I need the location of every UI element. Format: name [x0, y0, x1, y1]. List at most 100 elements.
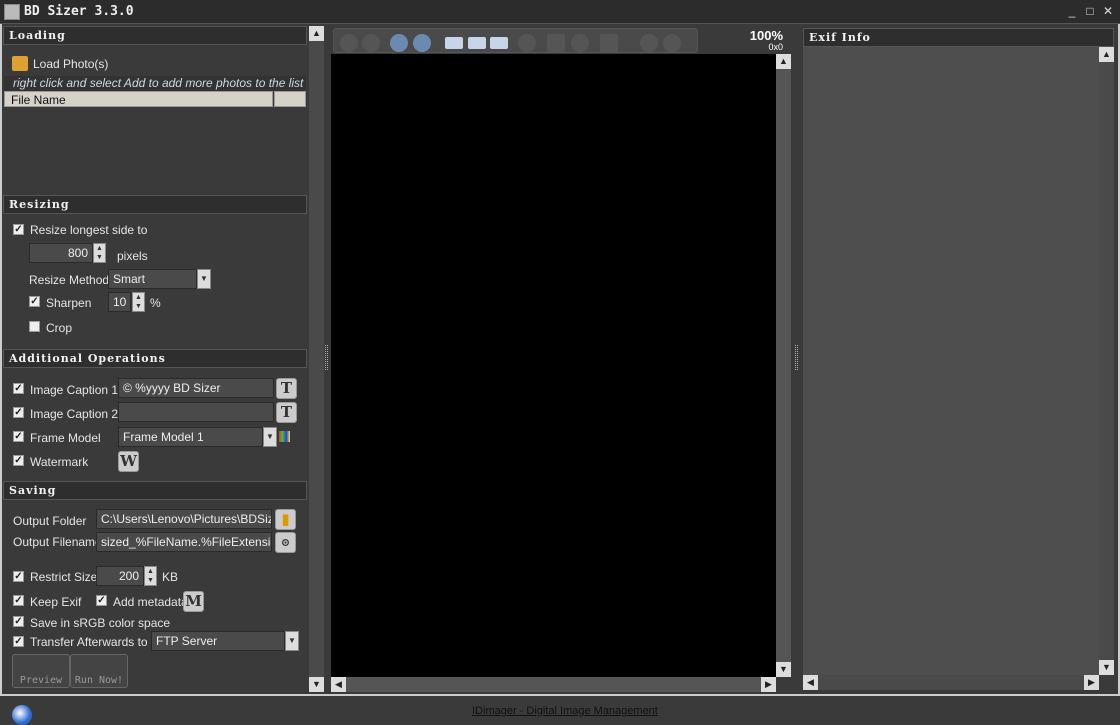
title-bar: BD Sizer 3.3.0 _ □ ✕: [0, 0, 1120, 24]
scroll-down-icon[interactable]: ▼: [309, 677, 324, 692]
caption1-checkbox[interactable]: ✓: [13, 383, 24, 394]
file-list[interactable]: File Name: [4, 91, 306, 191]
add-metadata-checkbox[interactable]: ✓: [96, 595, 107, 606]
caption1-input[interactable]: © %yyyy BD Sizer: [118, 378, 274, 398]
left-splitter[interactable]: [325, 345, 328, 370]
transfer-label: Transfer Afterwards to: [30, 635, 148, 649]
load-photos-button[interactable]: Load Photo(s): [33, 57, 108, 71]
fit-window-icon[interactable]: [445, 37, 463, 49]
canvas-vscrollbar[interactable]: ▲ ▼: [776, 54, 791, 677]
filename-label: Output Filename: [13, 535, 102, 549]
sharpen-checkbox[interactable]: ✓: [29, 296, 40, 307]
right-splitter[interactable]: [795, 345, 798, 370]
srgb-label: Save in sRGB color space: [30, 616, 171, 630]
zoom-out-icon[interactable]: [413, 34, 431, 52]
chevron-down-icon[interactable]: ▼: [285, 631, 299, 651]
previous-icon[interactable]: [340, 34, 358, 52]
idimager-link[interactable]: IDimager - Digital Image Management: [472, 705, 658, 717]
crop-icon[interactable]: [600, 34, 618, 52]
scroll-left-icon[interactable]: ◀: [803, 675, 818, 690]
caption2-text-button[interactable]: T: [276, 402, 297, 423]
preview-button[interactable]: Preview: [12, 654, 70, 688]
resizing-header: Resizing: [3, 195, 307, 214]
rotate-right-icon[interactable]: [663, 34, 681, 52]
window-title: BD Sizer 3.3.0: [24, 4, 134, 19]
maximize-button[interactable]: □: [1083, 4, 1097, 18]
resize-checkbox[interactable]: ✓: [13, 224, 24, 235]
frame-select[interactable]: Frame Model 1: [118, 427, 263, 447]
restrict-unit: KB: [162, 570, 179, 584]
chevron-down-icon[interactable]: ▼: [197, 269, 211, 289]
keep-exif-checkbox[interactable]: ✓: [13, 595, 24, 606]
output-filename-input[interactable]: sized_%FileName.%FileExtension: [96, 532, 272, 552]
caption2-label: Image Caption 2: [30, 407, 119, 421]
exif-vscrollbar[interactable]: ▲ ▼: [1099, 47, 1114, 675]
watermark-checkbox[interactable]: ✓: [13, 455, 24, 466]
column-file-name[interactable]: File Name: [4, 91, 273, 107]
sharpen-input[interactable]: 10: [108, 292, 131, 312]
chevron-down-icon[interactable]: ▼: [263, 427, 277, 447]
image-canvas[interactable]: [331, 54, 776, 677]
zoom-in-icon[interactable]: [390, 34, 408, 52]
folder-label: Output Folder: [13, 514, 87, 528]
restrict-stepper[interactable]: ▲ ▼: [144, 566, 157, 586]
add-metadata-label: Add metadata: [113, 595, 188, 609]
metadata-button[interactable]: M: [183, 591, 204, 612]
method-label: Resize Method: [29, 273, 110, 287]
watermark-button[interactable]: W: [118, 451, 139, 472]
frame-label: Frame Model: [30, 431, 101, 445]
sharpen-stepper[interactable]: ▲ ▼: [132, 292, 145, 312]
resize-label: Resize longest side to: [30, 223, 148, 237]
exif-header: Exif Info: [803, 28, 1114, 47]
srgb-checkbox[interactable]: ✓: [13, 616, 24, 627]
additional-header: Additional Operations: [3, 349, 307, 368]
exif-content: [803, 47, 1099, 675]
transfer-checkbox[interactable]: ✓: [13, 636, 24, 647]
actual-size-icon[interactable]: [468, 37, 486, 49]
status-bar: IDimager - Digital Image Management: [0, 697, 1120, 725]
caption1-text-button[interactable]: T: [276, 378, 297, 399]
caption2-input[interactable]: [118, 402, 274, 422]
save-icon[interactable]: [547, 34, 565, 52]
scroll-down-icon[interactable]: ▼: [776, 662, 791, 677]
rotate-left-icon[interactable]: [640, 34, 658, 52]
scroll-left-icon[interactable]: ◀: [331, 677, 346, 692]
folder-icon[interactable]: ▮: [275, 509, 296, 530]
load-photos-icon[interactable]: [12, 56, 28, 71]
next-icon[interactable]: [362, 34, 380, 52]
load-hint: right click and select Add to add more p…: [4, 76, 306, 91]
crop-checkbox[interactable]: [29, 321, 40, 332]
run-now-button[interactable]: Run Now!: [70, 654, 128, 688]
scroll-up-icon[interactable]: ▲: [309, 26, 324, 41]
keep-exif-label: Keep Exif: [30, 595, 82, 609]
filename-options-icon[interactable]: ⊙: [275, 532, 296, 553]
transfer-select[interactable]: FTP Server: [151, 631, 285, 651]
frame-checkbox[interactable]: ✓: [13, 431, 24, 442]
minimize-button[interactable]: _: [1065, 4, 1079, 18]
close-button[interactable]: ✕: [1101, 4, 1115, 18]
method-select[interactable]: Smart: [108, 269, 197, 289]
globe-icon[interactable]: [12, 705, 32, 725]
preview-eye-icon[interactable]: [518, 34, 536, 52]
app-icon: [4, 4, 20, 20]
scroll-up-icon[interactable]: ▲: [1099, 47, 1114, 62]
fullscreen-icon[interactable]: [490, 37, 508, 49]
scroll-up-icon[interactable]: ▲: [776, 54, 791, 69]
color-palette-icon[interactable]: [279, 431, 290, 442]
sharpen-label: Sharpen: [46, 296, 92, 310]
column-extra[interactable]: [274, 91, 306, 107]
restrict-size-input[interactable]: 200: [96, 566, 144, 586]
restrict-checkbox[interactable]: ✓: [13, 571, 24, 582]
left-scrollbar[interactable]: ▲ ▼: [309, 26, 324, 692]
output-folder-input[interactable]: C:\Users\Lenovo\Pictures\BDSizer: [96, 509, 272, 529]
scroll-down-icon[interactable]: ▼: [1099, 660, 1114, 675]
saving-header: Saving: [3, 481, 307, 500]
canvas-hscrollbar[interactable]: ◀ ▶: [331, 677, 776, 692]
undo-icon[interactable]: [571, 34, 589, 52]
size-input[interactable]: 800: [29, 243, 93, 263]
size-stepper[interactable]: ▲ ▼: [93, 243, 106, 263]
scroll-right-icon[interactable]: ▶: [1084, 675, 1099, 690]
scroll-right-icon[interactable]: ▶: [761, 677, 776, 692]
caption2-checkbox[interactable]: ✓: [13, 407, 24, 418]
exif-hscrollbar[interactable]: ◀ ▶: [803, 675, 1099, 690]
